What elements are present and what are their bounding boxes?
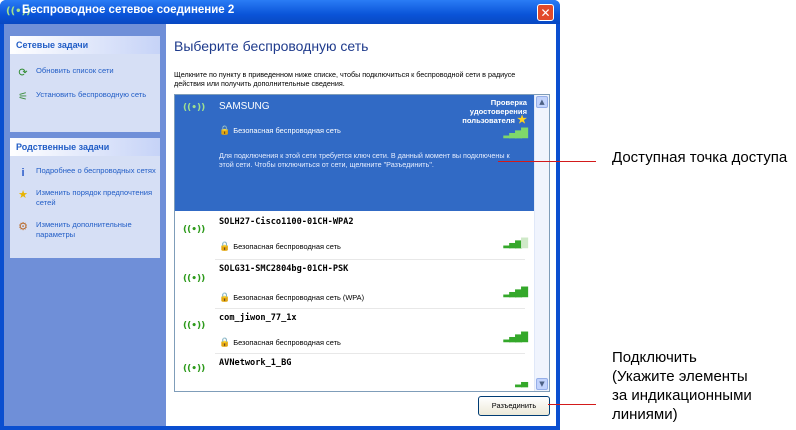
lock-icon: 🔒	[219, 241, 231, 251]
related-tasks-panel: Родственные задачи i Подробнее о беспров…	[10, 138, 160, 258]
connect-callout-line-1: Подключить	[612, 349, 697, 366]
antenna-icon: ((•))	[183, 103, 206, 113]
setup-icon: ⚟	[18, 91, 28, 103]
signal-strength-icon: ▂▄▆█	[503, 129, 528, 139]
connect-callout-line-2: (Укажите элементы	[612, 368, 748, 385]
antenna-icon: ((•))	[183, 274, 206, 284]
antenna-icon: ((•))	[183, 321, 206, 331]
connect-callout-line-4: линиями)	[612, 406, 678, 423]
network-tasks-panel: Сетевые задачи ⟳ Обновить список сети ⚟ …	[10, 36, 160, 132]
lock-icon: 🔒	[219, 125, 231, 135]
signal-strength-icon: ▂▄▆█	[503, 288, 528, 298]
connect-callout-line-3: за индикационными	[612, 387, 752, 404]
network-security: 🔒 Безопасная беспроводная сеть (WPA)	[219, 292, 365, 302]
network-security: 🔒 Безопасная беспроводная сеть	[219, 125, 341, 135]
star-icon: ★	[18, 189, 28, 201]
scroll-down-icon[interactable]: ▼	[536, 378, 548, 390]
lock-icon: 🔒	[219, 292, 231, 302]
antenna-icon: ((•))	[183, 364, 206, 374]
task-label: Обновить список сети	[36, 66, 114, 75]
signal-strength-icon: ▂▄▆█	[503, 239, 528, 249]
lock-icon: 🔒	[219, 337, 231, 347]
network-item[interactable]: ((•)) com_jiwon_77_1x 🔒 Безопасная беспро…	[175, 309, 535, 353]
instructions-text: Щелкните по пункту в приведенном ниже сп…	[174, 70, 516, 88]
antenna-icon: ((•))	[183, 225, 206, 235]
title-bar[interactable]: ((•)) Беспроводное сетевое соединение 2 …	[0, 0, 560, 24]
task-label: Изменить дополнительные параметры	[36, 220, 132, 239]
task-learn-about-wireless[interactable]: i Подробнее о беспроводных сетях	[10, 162, 160, 180]
connection-status: Проверка удостоверения пользователя ★	[462, 98, 527, 126]
task-label: Установить беспроводную сеть	[36, 90, 147, 99]
info-icon: i	[21, 167, 25, 179]
network-security: 🔒 Безопасная беспроводная сеть	[219, 241, 341, 251]
task-setup-wireless-network[interactable]: ⚟ Установить беспроводную сеть	[10, 86, 160, 104]
network-tasks-heading: Сетевые задачи	[10, 36, 160, 54]
wireless-connection-window: ((•)) Беспроводное сетевое соединение 2 …	[0, 0, 560, 430]
network-name: com_jiwon_77_1x	[219, 313, 297, 323]
network-item[interactable]: ((•)) AVNetwork_1_BG ▂▄	[175, 354, 535, 391]
signal-strength-icon: ▂▄	[515, 378, 528, 388]
connect-callout-line	[548, 404, 596, 405]
network-name: SAMSUNG	[219, 101, 270, 112]
task-label: Изменить порядок предпочтения сетей	[36, 188, 153, 207]
refresh-icon: ⟳	[18, 67, 28, 79]
network-item[interactable]: ((•)) SOLG31-SMC2804bg-01CH-PSK 🔒 Безопас…	[175, 260, 535, 308]
access-point-callout: Доступная точка доступа	[612, 149, 788, 166]
star-icon: ★	[517, 114, 527, 126]
task-label: Подробнее о беспроводных сетях	[36, 166, 156, 175]
task-change-advanced-settings[interactable]: ⚙ Изменить дополнительные параметры	[10, 216, 160, 244]
network-item-samsung[interactable]: ((•)) SAMSUNG 🔒 Безопасная беспроводная с…	[175, 95, 535, 211]
task-sidebar: Сетевые задачи ⟳ Обновить список сети ⚟ …	[4, 24, 166, 426]
close-button[interactable]: ✕	[537, 4, 554, 21]
main-panel: Выберите беспроводную сеть Щелкните по п…	[166, 24, 556, 426]
wireless-network-icon: ((•))	[6, 6, 31, 17]
settings-icon: ⚙	[18, 221, 28, 233]
disconnect-button[interactable]: Разъединить	[478, 396, 550, 416]
network-list[interactable]: ((•)) SAMSUNG 🔒 Безопасная беспроводная с…	[174, 94, 550, 392]
scroll-up-icon[interactable]: ▲	[536, 96, 548, 108]
task-change-network-order[interactable]: ★ Изменить порядок предпочтения сетей	[10, 184, 160, 212]
network-name: SOLH27-Cisco1100-01CH-WPA2	[219, 217, 354, 227]
related-tasks-heading: Родственные задачи	[10, 138, 160, 156]
network-name: SOLG31-SMC2804bg-01CH-PSK	[219, 264, 349, 274]
page-title: Выберите беспроводную сеть	[174, 38, 369, 54]
network-item[interactable]: ((•)) SOLH27-Cisco1100-01CH-WPA2 🔒 Безопа…	[175, 211, 535, 259]
network-name: AVNetwork_1_BG	[219, 358, 292, 368]
connect-callout: Подключить (Укажите элементы за индикаци…	[612, 348, 796, 424]
network-list-scrollbar[interactable]: ▲ ▼	[534, 95, 549, 391]
window-title: Беспроводное сетевое соединение 2	[22, 4, 235, 16]
signal-strength-icon: ▂▄▆█	[503, 333, 528, 343]
network-description: Для подключения к этой сети требуется кл…	[219, 151, 510, 169]
network-security: 🔒 Безопасная беспроводная сеть	[219, 337, 341, 347]
access-point-callout-line	[498, 161, 596, 162]
task-refresh-network-list[interactable]: ⟳ Обновить список сети	[10, 62, 160, 80]
window-client-area: Сетевые задачи ⟳ Обновить список сети ⚟ …	[4, 24, 556, 426]
